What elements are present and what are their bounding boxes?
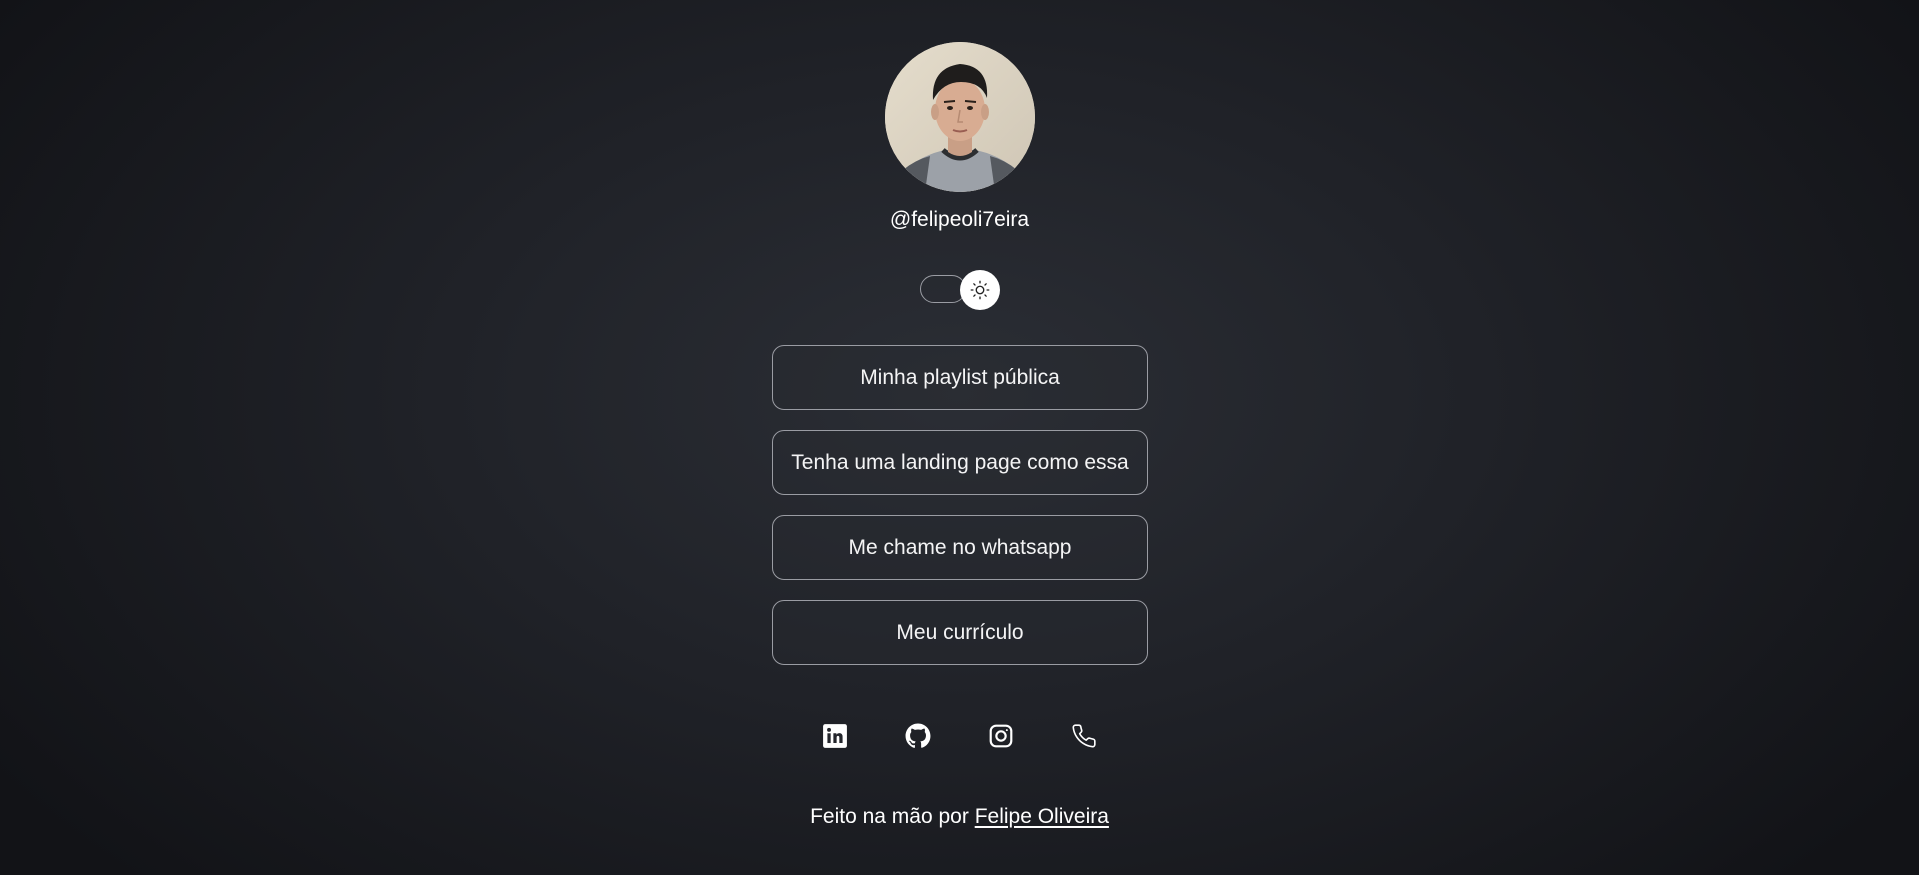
github-icon xyxy=(905,723,931,748)
links-list: Minha playlist pública Tenha uma landing… xyxy=(772,345,1148,685)
github-link[interactable] xyxy=(877,720,960,752)
landing-page-link-button[interactable]: Tenha uma landing page como essa xyxy=(772,430,1148,495)
linkedin-icon xyxy=(823,724,848,748)
linkedin-link[interactable] xyxy=(794,720,877,752)
phone-link[interactable] xyxy=(1042,720,1125,752)
profile-photo xyxy=(885,42,1035,192)
curriculum-link-button[interactable]: Meu currículo xyxy=(772,600,1148,665)
username: @felipeoli7eira xyxy=(889,208,1030,231)
sun-icon xyxy=(970,280,990,300)
author-link[interactable]: Felipe Oliveira xyxy=(975,805,1109,828)
theme-toggle-knob[interactable] xyxy=(960,270,1000,310)
footer: Feito na mão por Felipe Oliveira xyxy=(0,805,1919,829)
avatar xyxy=(885,42,1035,192)
social-links xyxy=(0,720,1919,752)
page-container: @felipeoli7eira Minha playlist pública T… xyxy=(0,0,1919,875)
instagram-icon xyxy=(989,724,1013,748)
footer-prefix: Feito na mão por xyxy=(810,805,975,828)
playlist-link-button[interactable]: Minha playlist pública xyxy=(772,345,1148,410)
phone-icon xyxy=(1071,724,1096,748)
instagram-link[interactable] xyxy=(960,720,1043,752)
whatsapp-link-button[interactable]: Me chame no whatsapp xyxy=(772,515,1148,580)
